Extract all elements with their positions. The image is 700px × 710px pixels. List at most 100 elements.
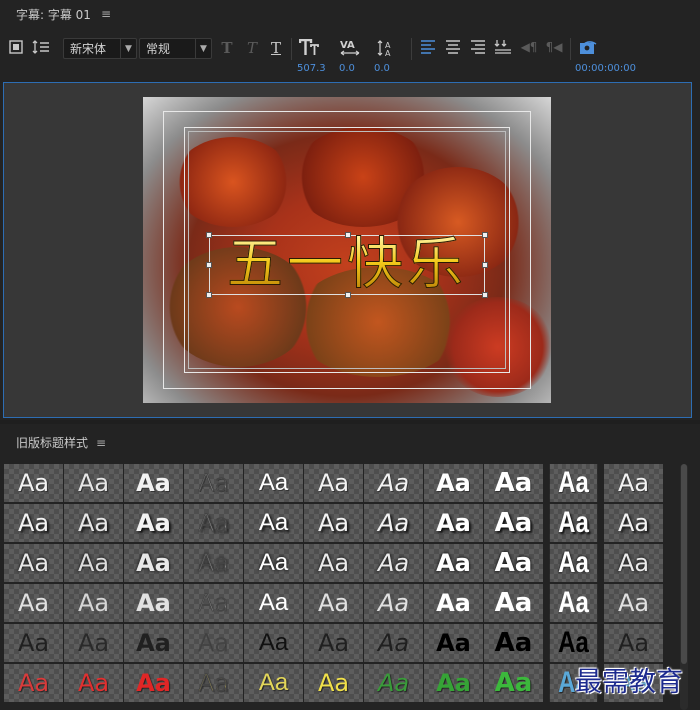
style-swatch[interactable]: Aa	[184, 544, 243, 582]
style-swatch[interactable]: Aa	[549, 464, 598, 502]
style-swatch[interactable]: Aa	[549, 624, 598, 662]
style-swatch[interactable]: Aa	[124, 584, 183, 622]
style-swatch[interactable]: Aa	[184, 624, 243, 662]
style-swatch[interactable]: Aa	[304, 504, 363, 542]
underline-button[interactable]: T	[268, 38, 284, 58]
style-swatch[interactable]: Aa	[484, 624, 543, 662]
styles-menu-icon[interactable]: ≡	[96, 436, 106, 450]
paragraph-icon[interactable]: ¶◀	[545, 39, 563, 55]
style-swatch[interactable]: Aa	[4, 464, 63, 502]
style-swatch[interactable]: Aa	[304, 544, 363, 582]
tab-left-icon[interactable]: ◀¶	[520, 39, 538, 55]
svg-text:A: A	[385, 49, 391, 58]
timecode-value[interactable]: 00:00:00:00	[575, 63, 636, 74]
style-swatch[interactable]: Aa	[244, 584, 303, 622]
roll-crawl-icon[interactable]	[8, 39, 24, 55]
style-swatch[interactable]: Aa	[304, 464, 363, 502]
italic-button[interactable]: T	[244, 38, 260, 58]
style-swatch[interactable]: Aa	[64, 624, 123, 662]
bold-button[interactable]: T	[219, 38, 235, 58]
style-swatch[interactable]: Aa	[64, 464, 123, 502]
style-swatch[interactable]: Aa	[124, 624, 183, 662]
align-left-icon[interactable]	[420, 39, 436, 55]
style-swatch[interactable]: Aa	[424, 664, 483, 702]
style-swatch[interactable]: Aa	[4, 584, 63, 622]
style-swatch[interactable]: Aa	[484, 584, 543, 622]
title-text-box[interactable]: 五一快乐	[206, 232, 488, 298]
style-swatch[interactable]: Aa	[4, 504, 63, 542]
style-swatch[interactable]: Aa	[244, 504, 303, 542]
style-swatch[interactable]: Aa	[364, 624, 423, 662]
resize-handle[interactable]	[482, 262, 488, 268]
style-swatch[interactable]: Aa	[364, 464, 423, 502]
font-style-select[interactable]: 常规 ▼	[139, 38, 212, 59]
align-center-icon[interactable]	[445, 39, 461, 55]
scrollbar-thumb[interactable]	[681, 464, 687, 664]
word-wrap-icon[interactable]	[494, 38, 512, 56]
style-swatch[interactable]: Aa	[244, 464, 303, 502]
panel-header: 字幕: 字幕 01 ≡	[0, 0, 700, 28]
style-swatch[interactable]: Aa	[549, 504, 598, 542]
style-swatch[interactable]: Aa	[364, 504, 423, 542]
leading-value[interactable]: 0.0	[374, 63, 390, 74]
style-swatch[interactable]: Aa	[484, 504, 543, 542]
style-swatch[interactable]: Aa	[64, 664, 123, 702]
resize-handle[interactable]	[206, 232, 212, 238]
title-text[interactable]: 五一快乐	[210, 236, 484, 294]
style-swatch[interactable]: Aa	[364, 584, 423, 622]
show-background-video-icon[interactable]	[578, 38, 598, 56]
style-swatch[interactable]: Aa	[424, 544, 483, 582]
leading-icon: AA	[376, 38, 396, 58]
style-swatch[interactable]: Aa	[64, 584, 123, 622]
style-swatch[interactable]: Aa	[604, 504, 663, 542]
style-swatch[interactable]: Aa	[184, 504, 243, 542]
style-swatch[interactable]: Aa	[4, 624, 63, 662]
style-swatch[interactable]: Aa	[424, 584, 483, 622]
style-swatch[interactable]: Aa	[64, 544, 123, 582]
style-swatch[interactable]: Aa	[364, 664, 423, 702]
resize-handle[interactable]	[345, 292, 351, 298]
style-swatch[interactable]: Aa	[364, 544, 423, 582]
style-swatch[interactable]: Aa	[4, 664, 63, 702]
style-swatch[interactable]: Aa	[64, 504, 123, 542]
style-swatch[interactable]: Aa	[124, 544, 183, 582]
style-swatch[interactable]: Aa	[304, 584, 363, 622]
resize-handle[interactable]	[206, 262, 212, 268]
font-family-select[interactable]: 新宋体 ▼	[63, 38, 137, 59]
style-swatch[interactable]: Aa	[484, 464, 543, 502]
style-swatch[interactable]: Aa	[604, 624, 663, 662]
style-swatch[interactable]: Aa	[244, 664, 303, 702]
style-swatch[interactable]: Aa	[424, 464, 483, 502]
font-size-value[interactable]: 507.3	[297, 63, 326, 74]
resize-handle[interactable]	[206, 292, 212, 298]
resize-handle[interactable]	[482, 232, 488, 238]
panel-menu-icon[interactable]: ≡	[101, 7, 111, 21]
style-swatch[interactable]: Aa	[424, 504, 483, 542]
style-swatch[interactable]: Aa	[184, 464, 243, 502]
style-swatch[interactable]: Aa	[124, 664, 183, 702]
style-swatch[interactable]: Aa	[549, 544, 598, 582]
style-swatch[interactable]: Aa	[304, 624, 363, 662]
style-swatch[interactable]: Aa	[604, 544, 663, 582]
style-swatch[interactable]: Aa	[604, 584, 663, 622]
style-swatch[interactable]: Aa	[484, 664, 543, 702]
style-swatch[interactable]: Aa	[484, 544, 543, 582]
resize-handle[interactable]	[482, 292, 488, 298]
resize-handle[interactable]	[345, 232, 351, 238]
style-swatch[interactable]: Aa	[304, 664, 363, 702]
style-swatch[interactable]: Aa	[124, 504, 183, 542]
style-swatch[interactable]: Aa	[184, 584, 243, 622]
style-swatch[interactable]: Aa	[549, 584, 598, 622]
align-right-icon[interactable]	[470, 39, 486, 55]
style-swatch[interactable]: Aa	[124, 464, 183, 502]
tab-stops-icon[interactable]	[32, 39, 50, 55]
style-swatch[interactable]: Aa	[4, 544, 63, 582]
style-swatch[interactable]: Aa	[184, 664, 243, 702]
style-swatch[interactable]: Aa	[424, 624, 483, 662]
style-swatch[interactable]: Aa	[244, 624, 303, 662]
style-swatch[interactable]: Aa	[604, 464, 663, 502]
style-swatch[interactable]: Aa	[244, 544, 303, 582]
separator	[291, 38, 292, 60]
title-canvas[interactable]: 五一快乐	[143, 97, 551, 403]
kerning-value[interactable]: 0.0	[339, 63, 355, 74]
